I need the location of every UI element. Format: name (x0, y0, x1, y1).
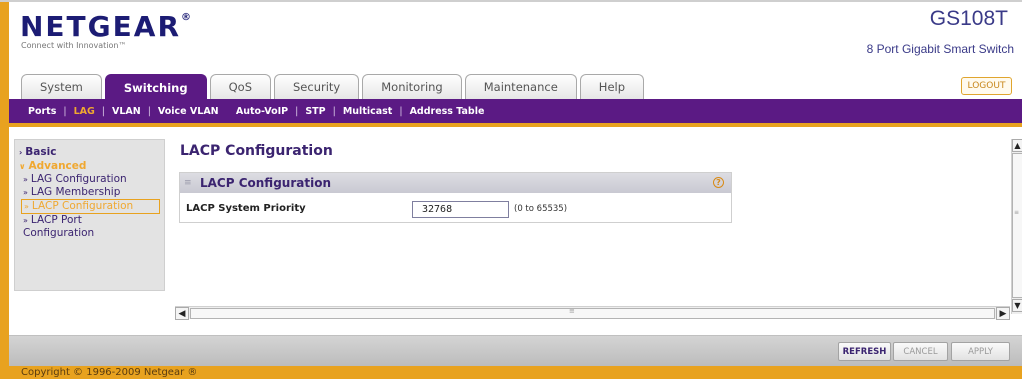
chevron-down-icon: ∨ (19, 162, 26, 171)
subnav-lag[interactable]: LAG (74, 106, 95, 117)
netgear-logo: NETGEAR® (20, 10, 193, 43)
vertical-scrollbar[interactable]: ▲ ≡ ▼ (1011, 139, 1022, 314)
field-range-hint: (0 to 65535) (514, 204, 568, 214)
bullet-icon: » (23, 216, 28, 225)
form-row: LACP System Priority (0 to 65535) (180, 193, 731, 223)
logout-button[interactable]: LOGOUT (961, 77, 1012, 95)
tagline: Connect with Innovation™ (21, 41, 127, 50)
grip-icon: ≡ (1014, 209, 1020, 216)
sidebar: › Basic ∨ Advanced » LAG Configuration » LAG… (14, 139, 165, 291)
sidebar-item-advanced[interactable]: ∨ Advanced (19, 160, 160, 173)
cancel-button[interactable]: CANCEL (893, 342, 948, 361)
sidebar-item-label: LAG Membership (30, 186, 121, 198)
tab-security[interactable]: Security (274, 74, 360, 99)
field-label: LACP System Priority (186, 203, 306, 214)
copyright-text: Copyright © 1996-2009 Netgear ® (21, 367, 198, 378)
bullet-icon: » (23, 175, 28, 184)
top-edge (0, 0, 1022, 2)
chevron-right-icon: › (19, 148, 23, 157)
scroll-left-icon[interactable]: ◀ (175, 307, 189, 320)
model-description: 8 Port Gigabit Smart Switch (866, 42, 1014, 56)
scroll-right-icon[interactable]: ▶ (996, 307, 1010, 320)
sidebar-item-lacp-port-configuration[interactable]: » LACP Port Configuration (19, 214, 139, 240)
subnav-ports[interactable]: Ports (28, 106, 56, 117)
bullet-icon: » (24, 202, 29, 211)
sidebar-item-lag-configuration[interactable]: » LAG Configuration (19, 173, 160, 186)
subnav-separator: | (147, 105, 151, 117)
horizontal-scrollbar[interactable]: ◀ ≡ ▶ (175, 306, 1010, 320)
subnav-vlan[interactable]: VLAN (112, 106, 141, 117)
tab-monitoring[interactable]: Monitoring (362, 74, 462, 99)
subnav-separator: | (399, 105, 403, 117)
sidebar-item-label: LACP Port Configuration (23, 214, 95, 239)
scroll-up-icon[interactable]: ▲ (1012, 139, 1022, 152)
subnav-address-table[interactable]: Address Table (410, 106, 485, 117)
sidebar-item-label: LACP Configuration (31, 200, 134, 212)
config-panel: ≡ LACP Configuration ? LACP System Prior… (179, 172, 732, 223)
subnav-multicast[interactable]: Multicast (343, 106, 393, 117)
page-title: LACP Configuration (180, 143, 333, 159)
sidebar-item-lag-membership[interactable]: » LAG Membership (19, 186, 160, 199)
logo-registered-mark: ® (181, 12, 193, 23)
tab-qos[interactable]: QoS (209, 74, 271, 99)
tab-system[interactable]: System (21, 74, 102, 99)
tab-help[interactable]: Help (579, 74, 645, 99)
grip-icon: ≡ (184, 178, 192, 188)
subnav-voice-vlan[interactable]: Voice VLAN (158, 106, 219, 117)
tab-maintenance[interactable]: Maintenance (464, 74, 577, 99)
lacp-system-priority-input[interactable] (412, 201, 509, 218)
sidebar-item-lacp-configuration[interactable]: » LACP Configuration (21, 199, 160, 214)
subnav-separator: | (101, 105, 105, 117)
subnav-separator: | (295, 105, 299, 117)
subnav-separator: | (63, 105, 67, 117)
scroll-down-icon[interactable]: ▼ (1012, 299, 1022, 312)
sidebar-item-label: LAG Configuration (30, 173, 127, 185)
subnav-stp[interactable]: STP (305, 106, 325, 117)
sub-navigation: Ports | LAG | VLAN | Voice VLAN | Auto-V… (9, 99, 1022, 123)
logo-text: NETGEAR (20, 10, 181, 43)
sidebar-item-label: Basic (25, 146, 57, 158)
panel-title: LACP Configuration (200, 176, 331, 190)
subnav-separator: | (332, 105, 336, 117)
sidebar-item-basic[interactable]: › Basic (19, 146, 160, 159)
grip-icon: ≡ (569, 307, 575, 315)
refresh-button[interactable]: REFRESH (838, 342, 891, 361)
horizontal-scroll-thumb[interactable] (190, 308, 995, 319)
vertical-scroll-thumb[interactable] (1012, 153, 1022, 298)
model-name: GS108T (929, 7, 1008, 30)
main-tabs: System Switching QoS Security Monitoring… (21, 74, 645, 101)
subnav-auto-voip[interactable]: Auto-VoIP (236, 106, 288, 117)
sidebar-item-label: Advanced (28, 160, 87, 172)
bullet-icon: » (23, 188, 28, 197)
left-accent-bar (0, 0, 9, 379)
help-icon[interactable]: ? (713, 177, 724, 188)
apply-button[interactable]: APPLY (951, 342, 1010, 361)
panel-header: ≡ LACP Configuration ? (180, 173, 731, 193)
tab-switching[interactable]: Switching (104, 74, 207, 101)
